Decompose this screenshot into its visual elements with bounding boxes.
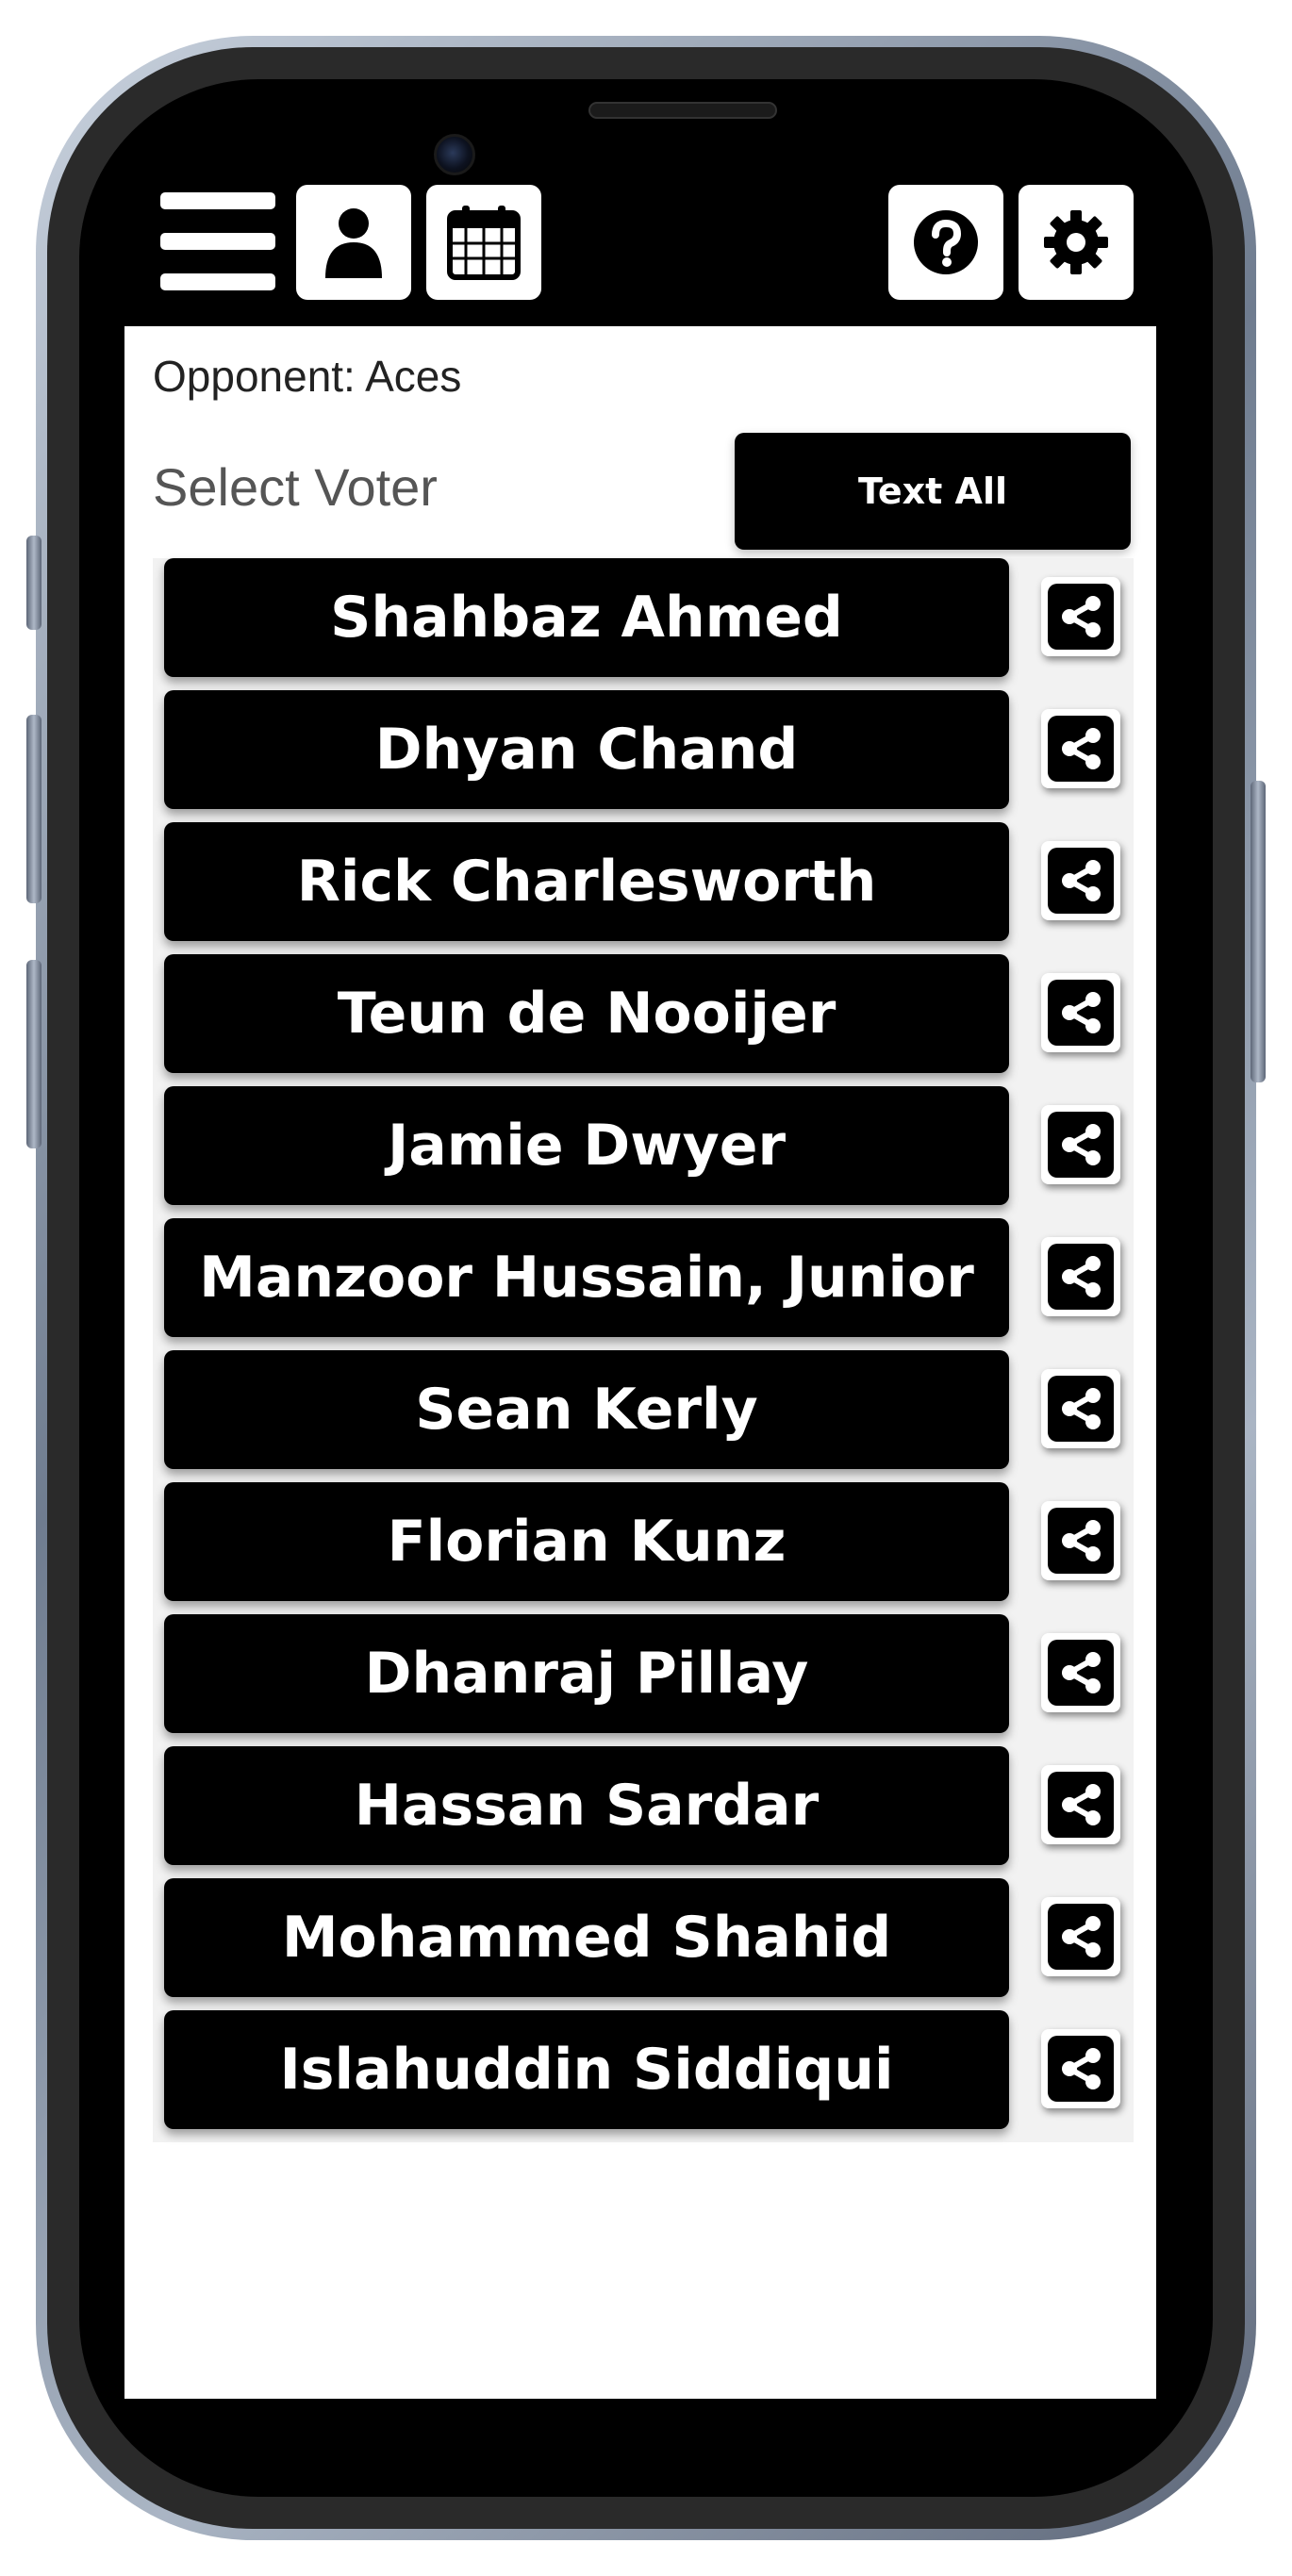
calendar-button[interactable]	[426, 185, 541, 300]
share-button[interactable]	[1041, 973, 1120, 1052]
share-button[interactable]	[1041, 709, 1120, 788]
share-icon	[1062, 596, 1101, 637]
share-button[interactable]	[1041, 577, 1120, 656]
share-icon	[1062, 992, 1101, 1033]
voter-name-button[interactable]: Manzoor Hussain, Junior	[164, 1218, 1009, 1337]
voter-row: Manzoor Hussain, Junior	[164, 1218, 1135, 1337]
share-icon-badge	[1048, 716, 1114, 782]
share-button[interactable]	[1041, 1765, 1120, 1844]
voter-name-button[interactable]: Rick Charlesworth	[164, 822, 1009, 941]
voter-name-button[interactable]: Islahuddin Siddiqui	[164, 2010, 1009, 2129]
voter-row: Jamie Dwyer	[164, 1086, 1135, 1205]
hardware-side-button	[1251, 781, 1266, 1082]
share-icon	[1062, 1388, 1101, 1429]
share-button[interactable]	[1041, 1105, 1120, 1184]
hardware-side-button	[26, 715, 41, 903]
share-icon-badge	[1048, 2036, 1114, 2102]
voter-name-button[interactable]: Dhanraj Pillay	[164, 1614, 1009, 1733]
voter-name-button[interactable]: Teun de Nooijer	[164, 954, 1009, 1073]
share-icon	[1062, 1256, 1101, 1297]
share-icon	[1062, 1652, 1101, 1693]
share-button[interactable]	[1041, 1369, 1120, 1448]
voter-row: Shahbaz Ahmed	[164, 558, 1135, 677]
share-icon-badge	[1048, 584, 1114, 650]
voter-list: Shahbaz Ahmed Dhyan Chand Rick Charleswort…	[153, 558, 1134, 2142]
voter-name-button[interactable]: Sean Kerly	[164, 1350, 1009, 1469]
share-button[interactable]	[1041, 841, 1120, 920]
voter-row: Mohammed Shahid	[164, 1878, 1135, 1997]
share-icon	[1062, 860, 1101, 901]
voter-row: Teun de Nooijer	[164, 954, 1135, 1073]
voter-row: Florian Kunz	[164, 1482, 1135, 1601]
share-icon-badge	[1048, 1244, 1114, 1310]
hardware-side-button	[26, 960, 41, 1148]
share-icon-badge	[1048, 1508, 1114, 1574]
app-screen: Opponent: Aces Select Voter Text All Sha…	[124, 145, 1156, 2399]
select-voter-heading: Select Voter	[153, 457, 438, 517]
share-icon-badge	[1048, 980, 1114, 1046]
share-button[interactable]	[1041, 1633, 1120, 1712]
share-icon	[1062, 728, 1101, 769]
text-all-button[interactable]: Text All	[735, 433, 1131, 550]
share-icon-badge	[1048, 1112, 1114, 1178]
share-icon	[1062, 1784, 1101, 1825]
voter-name-button[interactable]: Shahbaz Ahmed	[164, 558, 1009, 677]
menu-line	[160, 192, 275, 209]
voter-name-button[interactable]: Hassan Sardar	[164, 1746, 1009, 1865]
hardware-side-button	[26, 536, 41, 630]
voter-row: Sean Kerly	[164, 1350, 1135, 1469]
user-icon	[325, 208, 382, 278]
voter-row: Dhanraj Pillay	[164, 1614, 1135, 1733]
share-icon	[1062, 1520, 1101, 1561]
menu-line	[160, 233, 275, 250]
profile-button[interactable]	[296, 185, 411, 300]
share-icon	[1062, 1916, 1101, 1957]
voter-row: Dhyan Chand	[164, 690, 1135, 809]
share-icon-badge	[1048, 1772, 1114, 1838]
voter-row: Rick Charlesworth	[164, 822, 1135, 941]
phone-body: Opponent: Aces Select Voter Text All Sha…	[47, 47, 1245, 2529]
help-button[interactable]	[888, 185, 1003, 300]
speaker-grille	[588, 102, 777, 119]
voter-name-button[interactable]: Florian Kunz	[164, 1482, 1009, 1601]
share-button[interactable]	[1041, 1897, 1120, 1976]
share-button[interactable]	[1041, 1237, 1120, 1316]
share-icon-badge	[1048, 1376, 1114, 1442]
voter-row: Islahuddin Siddiqui	[164, 2010, 1135, 2129]
share-button[interactable]	[1041, 2029, 1120, 2108]
hamburger-menu-icon[interactable]	[160, 192, 275, 290]
share-button[interactable]	[1041, 1501, 1120, 1580]
opponent-label: Opponent: Aces	[153, 352, 462, 401]
voter-row: Hassan Sardar	[164, 1746, 1135, 1865]
calendar-icon	[447, 206, 521, 280]
phone-bezel: Opponent: Aces Select Voter Text All Sha…	[79, 79, 1213, 2497]
settings-button[interactable]	[1019, 185, 1134, 300]
gear-icon	[1044, 210, 1108, 274]
share-icon	[1062, 2048, 1101, 2089]
phone-frame: Opponent: Aces Select Voter Text All Sha…	[26, 36, 1266, 2540]
voter-name-button[interactable]: Mohammed Shahid	[164, 1878, 1009, 1997]
voter-name-button[interactable]: Dhyan Chand	[164, 690, 1009, 809]
share-icon	[1062, 1124, 1101, 1165]
question-icon	[914, 210, 978, 274]
front-camera	[434, 134, 475, 175]
voter-name-button[interactable]: Jamie Dwyer	[164, 1086, 1009, 1205]
menu-line	[160, 273, 275, 290]
share-icon-badge	[1048, 1640, 1114, 1706]
share-icon-badge	[1048, 848, 1114, 914]
share-icon-badge	[1048, 1904, 1114, 1970]
